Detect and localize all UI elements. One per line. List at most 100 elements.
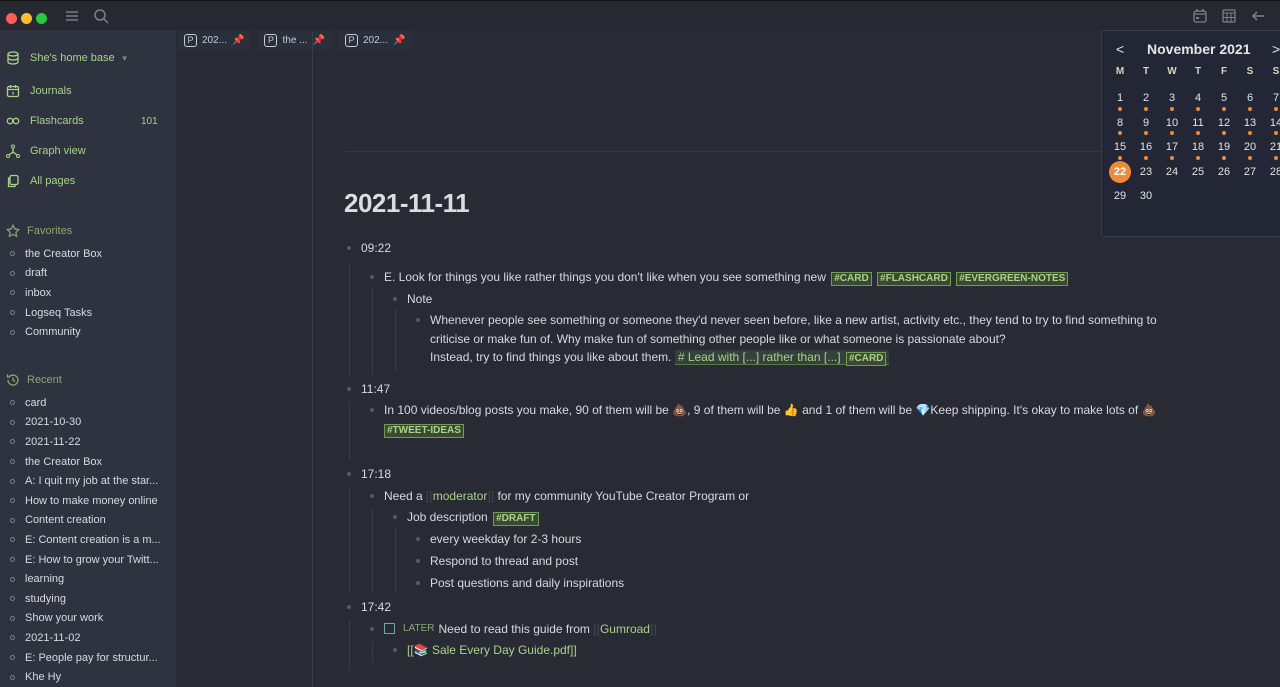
recent-item[interactable]: A: I quit my job at the star... bbox=[10, 471, 161, 491]
sidebar-item-graph-view[interactable]: Graph view bbox=[6, 140, 86, 162]
menu-icon[interactable] bbox=[64, 8, 82, 26]
block-reference[interactable]: # Lead with [...] rather than [...] #CAR… bbox=[674, 350, 890, 366]
favorite-item[interactable]: Community bbox=[10, 322, 102, 342]
recent-item[interactable]: Khe Hy bbox=[10, 667, 161, 687]
chevron-left-icon[interactable]: < bbox=[1116, 41, 1124, 57]
recent-item[interactable]: 2021-11-22 bbox=[10, 432, 161, 452]
sidebar-item-journals[interactable]: Journals bbox=[6, 80, 72, 102]
calendar-day[interactable]: 15 bbox=[1107, 135, 1133, 160]
task-checkbox[interactable] bbox=[384, 623, 395, 634]
page-reference-moderator[interactable]: moderator bbox=[433, 489, 488, 503]
calendar-day[interactable]: 28 bbox=[1263, 160, 1280, 185]
task-marker[interactable]: LATER bbox=[403, 620, 435, 639]
bullet[interactable] bbox=[416, 581, 420, 585]
recent-item[interactable]: card bbox=[10, 393, 161, 413]
sidebar-item-all-pages[interactable]: All pages bbox=[6, 170, 75, 192]
calendar-day[interactable]: 3 bbox=[1159, 86, 1185, 111]
calendar-day[interactable]: 12 bbox=[1211, 111, 1237, 135]
calendar-day[interactable]: 26 bbox=[1211, 160, 1237, 185]
tag-card[interactable]: #CARD bbox=[845, 352, 887, 366]
calendar-day[interactable]: 10 bbox=[1159, 111, 1185, 135]
tag-draft[interactable]: #DRAFT bbox=[493, 512, 539, 526]
bullet[interactable] bbox=[370, 494, 374, 498]
graph-switcher[interactable]: She's home base ▼ bbox=[6, 47, 129, 69]
calendar-day[interactable]: 21 bbox=[1263, 135, 1280, 160]
search-icon[interactable] bbox=[93, 8, 111, 26]
tag-flashcard[interactable]: #FLASHCARD bbox=[877, 272, 951, 286]
favorite-item[interactable]: draft bbox=[10, 264, 102, 284]
pinned-tab[interactable]: P 202... 📌 bbox=[338, 30, 412, 50]
calendar-day[interactable]: 16 bbox=[1133, 135, 1159, 160]
page-title[interactable]: 2021-11-11 bbox=[344, 188, 470, 219]
chevron-right-icon[interactable]: > bbox=[1272, 41, 1280, 57]
calendar-day[interactable]: 9 bbox=[1133, 111, 1159, 135]
bullet[interactable] bbox=[393, 297, 397, 301]
block[interactable]: In 100 videos/blog posts you make, 90 of… bbox=[370, 401, 1170, 438]
block[interactable]: [[📚 Sale Every Day Guide.pdf]] bbox=[393, 641, 577, 660]
recent-item[interactable]: E: How to grow your Twitt... bbox=[10, 550, 161, 570]
recent-item[interactable]: E: People pay for structur... bbox=[10, 648, 161, 668]
recent-item[interactable]: E: Content creation is a m... bbox=[10, 530, 161, 550]
block-timestamp[interactable]: 17:18 bbox=[347, 465, 391, 484]
calendar-day[interactable]: 30 bbox=[1133, 184, 1159, 209]
pinned-tab[interactable]: P the ... 📌 bbox=[258, 30, 331, 50]
bullet[interactable] bbox=[416, 559, 420, 563]
calendar-day[interactable]: 8 bbox=[1107, 111, 1133, 135]
recent-item[interactable]: studying bbox=[10, 589, 161, 609]
block[interactable]: Job description #DRAFT bbox=[393, 508, 539, 527]
block-timestamp[interactable]: 11:47 bbox=[347, 380, 390, 399]
calendar-day[interactable]: 14 bbox=[1263, 111, 1280, 135]
close-window-button[interactable] bbox=[6, 13, 17, 24]
calendar-day[interactable]: 29 bbox=[1107, 184, 1133, 209]
block[interactable]: E. Look for things you like rather thing… bbox=[370, 268, 1069, 287]
minimize-window-button[interactable] bbox=[21, 13, 32, 24]
calendar-day[interactable]: 19 bbox=[1211, 135, 1237, 160]
calendar-day[interactable]: 4 bbox=[1185, 86, 1211, 111]
favorite-item[interactable]: the Creator Box bbox=[10, 244, 102, 264]
calendar-day[interactable]: 2 bbox=[1133, 86, 1159, 111]
recent-item[interactable]: 2021-11-02 bbox=[10, 628, 161, 648]
calendar-day[interactable]: 23 bbox=[1133, 160, 1159, 185]
recent-header[interactable]: Recent bbox=[6, 373, 62, 387]
bullet[interactable] bbox=[347, 387, 351, 391]
calendar-day[interactable]: 7 bbox=[1263, 86, 1280, 111]
recent-item[interactable]: Show your work bbox=[10, 609, 161, 629]
bullet[interactable] bbox=[347, 472, 351, 476]
calendar-day[interactable]: 27 bbox=[1237, 160, 1263, 185]
favorite-item[interactable]: Logseq Tasks bbox=[10, 303, 102, 323]
recent-item[interactable]: How to make money online bbox=[10, 491, 161, 511]
favorites-header[interactable]: Favorites bbox=[6, 224, 72, 238]
calendar-day[interactable]: 18 bbox=[1185, 135, 1211, 160]
panel-divider[interactable] bbox=[312, 32, 313, 687]
calendar-day[interactable]: 13 bbox=[1237, 111, 1263, 135]
file-link[interactable]: [[📚 Sale Every Day Guide.pdf]] bbox=[407, 641, 577, 660]
recent-item[interactable]: the Creator Box bbox=[10, 452, 161, 472]
bullet[interactable] bbox=[393, 515, 397, 519]
bullet[interactable] bbox=[347, 605, 351, 609]
maximize-window-button[interactable] bbox=[36, 13, 47, 24]
back-arrow-icon[interactable] bbox=[1250, 8, 1268, 26]
block-timestamp[interactable]: 17:42 bbox=[347, 598, 391, 617]
bullet[interactable] bbox=[370, 408, 374, 412]
sidebar-item-flashcards[interactable]: Flashcards bbox=[6, 110, 84, 132]
tag-tweet-ideas[interactable]: #TWEET-IDEAS bbox=[384, 423, 464, 438]
bullet[interactable] bbox=[347, 246, 351, 250]
bullet[interactable] bbox=[393, 648, 397, 652]
task-block[interactable]: LATER Need to read this guide from [[Gum… bbox=[370, 620, 657, 639]
calendar-day[interactable]: 1 bbox=[1107, 86, 1133, 111]
calendar-day[interactable]: 6 bbox=[1237, 86, 1263, 111]
pinned-tab[interactable]: P 202... 📌 bbox=[178, 30, 251, 50]
calendar-day[interactable]: 17 bbox=[1159, 135, 1185, 160]
calendar-day[interactable]: 25 bbox=[1185, 160, 1211, 185]
calendar-icon[interactable] bbox=[1192, 8, 1210, 26]
bullet[interactable] bbox=[416, 537, 420, 541]
tag-card[interactable]: #CARD bbox=[831, 272, 872, 286]
bullet[interactable] bbox=[370, 275, 374, 279]
recent-item[interactable]: Content creation bbox=[10, 511, 161, 531]
calendar-day-today[interactable]: 22 bbox=[1107, 160, 1133, 185]
block[interactable]: Respond to thread and post bbox=[416, 552, 578, 571]
calendar-day[interactable]: 20 bbox=[1237, 135, 1263, 160]
pin-icon[interactable]: 📌 bbox=[393, 35, 405, 46]
bullet[interactable] bbox=[370, 627, 374, 631]
block[interactable]: Need a [[moderator]] for my community Yo… bbox=[370, 487, 749, 506]
